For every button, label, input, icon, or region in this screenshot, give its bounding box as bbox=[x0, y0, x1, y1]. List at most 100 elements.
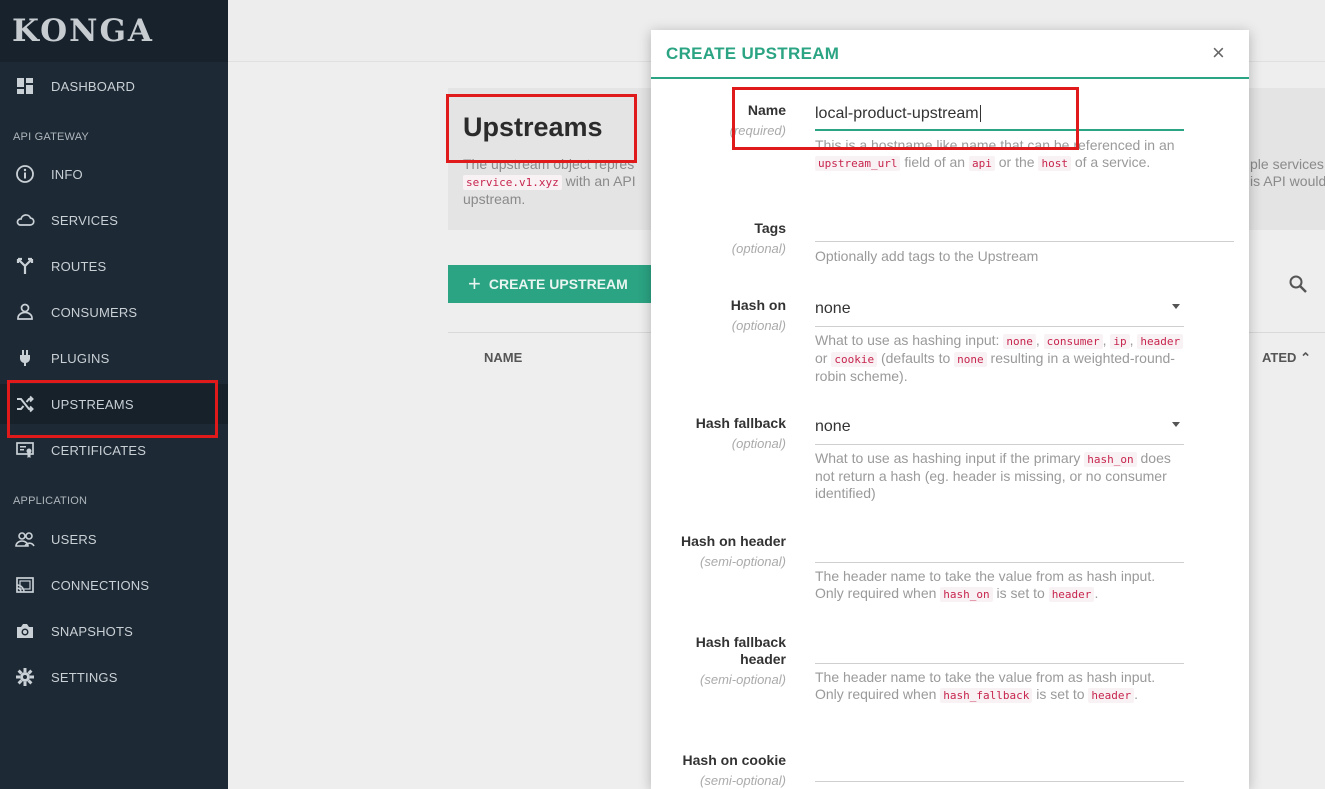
sidebar-item-consumers[interactable]: CONSUMERS bbox=[0, 292, 228, 332]
cloud-icon bbox=[14, 209, 36, 231]
help-code: upstream_url bbox=[815, 156, 901, 171]
cast-icon bbox=[14, 574, 36, 596]
sidebar-item-label: PLUGINS bbox=[51, 350, 110, 366]
konga-logo[interactable]: KONGA bbox=[12, 13, 154, 49]
hash-fallback-value: none bbox=[815, 418, 851, 435]
intro-line: with an API bbox=[565, 173, 636, 189]
intro-line: upstream. bbox=[463, 191, 526, 207]
help-code: header bbox=[1048, 587, 1095, 602]
hash-on-value: none bbox=[815, 300, 851, 317]
hash-on-header-input[interactable] bbox=[815, 530, 1184, 563]
help-code: hash_fallback bbox=[940, 688, 1033, 703]
sidebar-item-label: CERTIFICATES bbox=[51, 442, 147, 458]
hash-fallback-header-label: Hash fallback header bbox=[696, 634, 786, 668]
sidebar-item-label: ROUTES bbox=[51, 258, 107, 274]
hash-on-label: Hash on bbox=[730, 297, 786, 313]
help-text: (defaults to bbox=[880, 350, 951, 366]
hash-on-sub: (optional) bbox=[731, 318, 786, 333]
help-code: cookie bbox=[831, 352, 878, 367]
hash-fallback-help: What to use as hashing input if the prim… bbox=[815, 450, 1185, 502]
sidebar-item-services[interactable]: SERVICES bbox=[0, 200, 228, 240]
sidebar-item-label: SNAPSHOTS bbox=[51, 623, 133, 639]
help-code: hash_on bbox=[1084, 452, 1137, 467]
help-code: consumer bbox=[1043, 334, 1103, 349]
sidebar-item-plugins[interactable]: PLUGINS bbox=[0, 338, 228, 378]
intro-text: The upstream object repres service.v1.xy… bbox=[463, 156, 653, 208]
help-text: is set to bbox=[996, 585, 1045, 601]
highlight-box-name bbox=[732, 87, 1079, 150]
hash-fallback-header-sub: (semi-optional) bbox=[700, 672, 786, 687]
sidebar-item-users[interactable]: USERS bbox=[0, 519, 228, 559]
hash-fallback-header-input[interactable] bbox=[815, 630, 1184, 664]
section-label-api-gateway: API GATEWAY bbox=[13, 131, 89, 143]
help-text: What to use as hashing input: bbox=[815, 332, 1000, 348]
help-code: api bbox=[968, 156, 995, 171]
help-text: What to use as hashing input if the prim… bbox=[815, 450, 1081, 466]
hash-on-header-sub: (semi-optional) bbox=[700, 554, 786, 569]
highlight-box-upstreams bbox=[7, 380, 218, 438]
create-upstream-modal: CREATE UPSTREAM × Name (required) local-… bbox=[651, 30, 1249, 789]
sidebar-item-label: DASHBOARD bbox=[51, 78, 136, 94]
sidebar-item-label: SERVICES bbox=[51, 212, 119, 228]
help-code: header bbox=[1088, 688, 1135, 703]
intro-text-right: ple services is API would bbox=[1250, 156, 1325, 190]
hash-on-header-help: The header name to take the value from a… bbox=[815, 568, 1185, 603]
hash-on-select[interactable]: none bbox=[815, 294, 1184, 327]
sidebar-item-settings[interactable]: SETTINGS bbox=[0, 657, 228, 697]
dashboard-icon bbox=[14, 75, 36, 97]
close-icon[interactable]: × bbox=[1212, 40, 1225, 66]
sidebar-item-dashboard[interactable]: DASHBOARD bbox=[0, 66, 228, 106]
sidebar-item-snapshots[interactable]: SNAPSHOTS bbox=[0, 611, 228, 651]
section-label-application: APPLICATION bbox=[13, 495, 88, 507]
chevron-down-icon bbox=[1172, 422, 1180, 427]
sidebar-item-routes[interactable]: ROUTES bbox=[0, 246, 228, 286]
hash-fallback-select[interactable]: none bbox=[815, 412, 1184, 445]
info-icon bbox=[14, 163, 36, 185]
hash-on-help: What to use as hashing input: none, cons… bbox=[815, 332, 1185, 385]
help-code: none bbox=[1003, 334, 1036, 349]
hash-fallback-header-help: The header name to take the value from a… bbox=[815, 669, 1185, 704]
column-header-created[interactable]: ATED ⌃ bbox=[1262, 350, 1311, 366]
label-line: header bbox=[740, 651, 786, 667]
help-text: field of an bbox=[904, 154, 966, 170]
sidebar-item-label: INFO bbox=[51, 166, 83, 182]
help-text: or the bbox=[998, 154, 1035, 170]
sidebar-item-connections[interactable]: CONNECTIONS bbox=[0, 565, 228, 605]
certificate-icon bbox=[14, 439, 36, 461]
tags-help: Optionally add tags to the Upstream bbox=[815, 248, 1039, 264]
users-icon bbox=[14, 528, 36, 550]
help-text: . bbox=[1094, 585, 1099, 601]
help-text: . bbox=[1134, 686, 1139, 702]
sidebar-item-label: SETTINGS bbox=[51, 669, 118, 685]
sidebar-item-label: USERS bbox=[51, 531, 97, 547]
hash-on-header-label: Hash on header bbox=[680, 533, 786, 549]
search-icon[interactable] bbox=[1288, 274, 1308, 294]
plug-icon bbox=[14, 347, 36, 369]
intro-code: service.v1.xyz bbox=[463, 175, 562, 190]
hash-fallback-sub: (optional) bbox=[731, 436, 786, 451]
hash-on-cookie-input[interactable] bbox=[815, 748, 1184, 782]
create-upstream-button[interactable]: + CREATE UPSTREAM bbox=[448, 265, 658, 303]
label-line: Hash fallback bbox=[695, 634, 786, 650]
tags-label: Tags bbox=[754, 220, 786, 236]
hash-on-cookie-sub: (semi-optional) bbox=[700, 773, 786, 788]
modal-header: CREATE UPSTREAM × bbox=[651, 30, 1249, 79]
column-header-name[interactable]: NAME bbox=[484, 350, 522, 365]
help-text: of a service. bbox=[1074, 154, 1151, 170]
sidebar-item-label: CONSUMERS bbox=[51, 304, 138, 320]
sidebar-item-info[interactable]: INFO bbox=[0, 154, 228, 194]
tags-sub: (optional) bbox=[731, 241, 786, 256]
intro-line: is API would bbox=[1250, 173, 1325, 189]
help-code: ip bbox=[1110, 334, 1130, 349]
help-code: none bbox=[954, 352, 987, 367]
gear-icon bbox=[14, 666, 36, 688]
sidebar-item-label: CONNECTIONS bbox=[51, 577, 150, 593]
chevron-down-icon bbox=[1172, 304, 1180, 309]
hash-on-cookie-label: Hash on cookie bbox=[682, 752, 786, 768]
modal-title: CREATE UPSTREAM bbox=[666, 44, 840, 63]
logo-bar: KONGA bbox=[0, 0, 228, 62]
camera-icon bbox=[14, 620, 36, 642]
routes-icon bbox=[14, 255, 36, 277]
tags-input[interactable] bbox=[815, 212, 1234, 242]
help-text: is set to bbox=[1036, 686, 1085, 702]
